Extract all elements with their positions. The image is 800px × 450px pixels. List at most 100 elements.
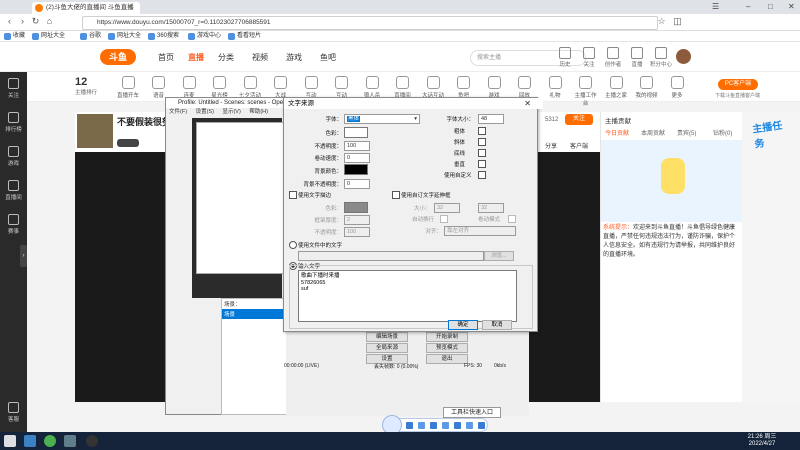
category-item[interactable]: 直播间	[390, 76, 416, 99]
bold-checkbox[interactable]	[478, 127, 486, 135]
italic-checkbox[interactable]	[478, 138, 486, 146]
streamer-thumbnail[interactable]	[77, 114, 113, 148]
bookmark-item[interactable]: 网址大全	[32, 32, 65, 41]
wrap-checkbox[interactable]	[440, 215, 448, 223]
align-select[interactable]: 靠左对齐	[444, 226, 516, 236]
follow-header-button[interactable]: 关注	[576, 47, 602, 68]
category-item[interactable]: 礼物	[542, 76, 568, 99]
rail-service[interactable]: 客服	[0, 402, 27, 423]
rail-rank[interactable]: 排行榜	[0, 112, 27, 133]
toolbar-settings-icon[interactable]	[466, 422, 473, 429]
avatar[interactable]	[676, 49, 691, 64]
task-mascot[interactable]: 主播任务	[751, 115, 793, 151]
outline-thickness-spinner[interactable]: 2	[344, 215, 370, 225]
taskbar-clock[interactable]: 21:26 周三 2022/4/27	[742, 434, 782, 448]
outline-checkbox[interactable]	[289, 191, 297, 199]
category-item[interactable]: 星光榜	[207, 76, 233, 99]
scroll-mode-checkbox[interactable]	[508, 215, 516, 223]
font-select[interactable]: 黑体 ▾	[344, 114, 420, 124]
toolbar-text-icon[interactable]	[442, 422, 449, 429]
search-icon[interactable]	[24, 435, 36, 447]
global-sources-button[interactable]: 全局来源	[366, 343, 408, 353]
live-button[interactable]: 直播	[624, 47, 650, 68]
creator-button[interactable]: 创作者	[600, 47, 626, 68]
extension-icon[interactable]: ◫	[672, 16, 683, 27]
obs-menu-settings[interactable]: 设置(S)	[196, 109, 214, 115]
underline-checkbox[interactable]	[478, 149, 486, 157]
tab-today[interactable]: 今日贡献	[605, 128, 629, 137]
bg-color-swatch[interactable]	[344, 164, 368, 175]
toolbar-record-icon[interactable]	[418, 422, 425, 429]
tab-week[interactable]: 本周贡献	[641, 128, 665, 137]
opacity-spinner[interactable]: 100	[344, 141, 370, 151]
toolbar-draw-icon[interactable]	[430, 422, 437, 429]
file-explorer-icon[interactable]	[64, 435, 76, 447]
exit-button[interactable]: 退出	[426, 354, 468, 364]
category-item[interactable]: 七夕活动	[237, 76, 263, 99]
bookmark-item[interactable]: 游戏中心	[188, 32, 221, 41]
maximize-icon[interactable]: □	[768, 2, 773, 11]
bookmark-item[interactable]: 看看短片	[228, 32, 261, 41]
bg-opacity-spinner[interactable]: 0	[344, 179, 370, 189]
points-button[interactable]: 积分中心	[648, 47, 674, 68]
custom-checkbox[interactable]	[478, 171, 486, 179]
obs-taskbar-icon[interactable]	[86, 435, 98, 447]
follow-button[interactable]: 关注	[565, 114, 593, 125]
nav-video[interactable]: 视频	[252, 52, 268, 63]
vertical-checkbox[interactable]	[478, 160, 486, 168]
back-icon[interactable]: ‹	[4, 16, 15, 27]
nav-category[interactable]: 分类	[218, 52, 234, 63]
obs-menu-view[interactable]: 显示(V)	[222, 109, 240, 115]
client-link[interactable]: 客户端	[570, 141, 588, 150]
bookmark-item[interactable]: 谷歌	[80, 32, 101, 41]
browser-tab-1[interactable]: (2)斗鱼大佬的直播间 斗鱼直播	[32, 2, 140, 14]
category-item[interactable]: 互动	[298, 76, 324, 99]
nav-yuba[interactable]: 鱼吧	[320, 52, 336, 63]
category-item[interactable]: 游戏	[481, 76, 507, 99]
toolbar-close-icon[interactable]	[478, 422, 485, 429]
use-file-radio[interactable]	[289, 241, 297, 249]
history-button[interactable]: 历史	[552, 47, 578, 68]
start-icon[interactable]	[4, 435, 16, 447]
rail-room[interactable]: 直播间	[0, 180, 27, 201]
category-item[interactable]: 互动	[329, 76, 355, 99]
bookmark-item[interactable]: 360搜索	[148, 32, 179, 41]
ok-button[interactable]: 确定	[448, 320, 478, 330]
text-color-swatch[interactable]	[344, 127, 368, 138]
tab-vip[interactable]: 贵宾(5)	[677, 128, 696, 137]
forward-icon[interactable]: ›	[17, 16, 28, 27]
url-input[interactable]: https://www.douyu.com/15000707_r=0.11023…	[82, 16, 658, 30]
custom-box-checkbox[interactable]	[392, 191, 400, 199]
file-path-input[interactable]	[298, 251, 484, 261]
font-size-spinner[interactable]: 48	[478, 114, 504, 124]
start-recording-button[interactable]: 开始录制	[426, 332, 468, 342]
obs-menu-help[interactable]: 帮助(H)	[249, 109, 268, 115]
category-item[interactable]: 主播工作台	[573, 76, 599, 107]
category-item[interactable]: 直播开车	[115, 76, 141, 99]
browser-menu-icon[interactable]: ☰	[712, 2, 719, 11]
browser-taskbar-icon[interactable]	[44, 435, 56, 447]
douyu-logo[interactable]: 斗鱼	[100, 49, 136, 65]
scroll-speed-spinner[interactable]: 0	[344, 153, 370, 163]
close-window-icon[interactable]: ✕	[788, 2, 795, 11]
browse-button[interactable]: 浏览...	[484, 251, 514, 261]
nav-home[interactable]: 首页	[158, 52, 174, 63]
reload-icon[interactable]: ↻	[30, 16, 41, 27]
star-icon[interactable]: ☆	[656, 16, 667, 27]
category-item[interactable]: 回放	[512, 76, 538, 99]
category-item[interactable]: 我的视频	[634, 76, 660, 99]
dialog-close-icon[interactable]: ✕	[524, 98, 531, 109]
category-item[interactable]: 狼人杀	[359, 76, 385, 99]
category-item[interactable]: 大话互动	[420, 76, 446, 99]
outline-color-swatch[interactable]	[344, 202, 368, 213]
tab-diamond[interactable]: 钻粉(0)	[713, 128, 732, 137]
toolbar-lock-icon[interactable]	[454, 422, 461, 429]
outline-opacity-spinner[interactable]: 100	[344, 227, 370, 237]
edit-scene-button[interactable]: 编辑场景	[366, 332, 408, 342]
category-item[interactable]: 鱼吧	[451, 76, 477, 99]
pc-client-button[interactable]: PC客户端	[718, 79, 758, 90]
rail-match[interactable]: 赛事	[0, 214, 27, 235]
custom-height-spinner[interactable]: 32	[478, 203, 504, 213]
category-item[interactable]: 大战	[268, 76, 294, 99]
text-input-area[interactable]: 歌曲下播时来播 57826065 suf	[298, 270, 517, 322]
